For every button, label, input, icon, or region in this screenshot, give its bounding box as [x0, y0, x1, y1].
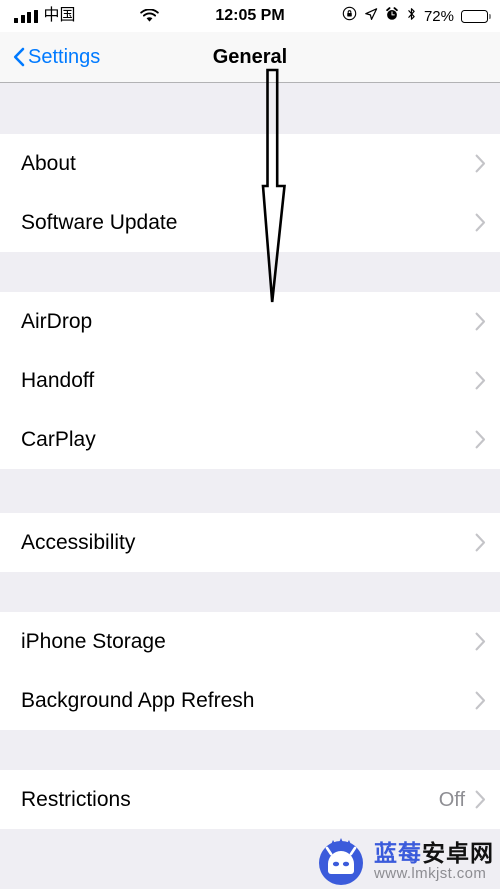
settings-row[interactable]: Background App Refresh [0, 671, 500, 730]
settings-row[interactable]: AirDrop [0, 292, 500, 351]
settings-row[interactable]: Accessibility [0, 513, 500, 572]
settings-row-label: Handoff [21, 369, 95, 392]
location-arrow-icon [364, 7, 378, 26]
redacted-carrier-block [83, 5, 130, 27]
chevron-left-icon [13, 47, 25, 67]
alarm-clock-icon [385, 6, 399, 26]
watermark-site-name-dark: 安卓网 [422, 839, 494, 866]
chevron-right-icon [475, 430, 486, 449]
chevron-right-icon [475, 691, 486, 710]
iphone-screen: 中国 12:05 PM 72% Settings General About S… [0, 0, 500, 889]
navigation-bar: Settings General [0, 32, 500, 83]
chevron-right-icon [475, 213, 486, 232]
chevron-right-icon [475, 533, 486, 552]
settings-row[interactable]: About [0, 134, 500, 193]
settings-row[interactable]: CarPlay [0, 410, 500, 469]
settings-list[interactable]: About Software Update AirDrop Handoff CarPla… [0, 83, 500, 829]
chevron-right-icon [475, 312, 486, 331]
section-gap [0, 730, 500, 770]
settings-row-label: iPhone Storage [21, 630, 166, 653]
section-gap [0, 83, 500, 134]
chevron-right-icon [475, 154, 486, 173]
settings-row-label: CarPlay [21, 428, 96, 451]
settings-section: About Software Update [0, 134, 500, 252]
watermark: 蓝莓安卓网 www.lmkjst.com [315, 835, 494, 887]
cellular-signal-icon [14, 9, 38, 23]
chevron-right-icon [475, 371, 486, 390]
settings-row-value: Off [438, 788, 465, 811]
settings-row-label: Restrictions [21, 788, 131, 811]
settings-section: Accessibility [0, 513, 500, 572]
settings-row-label: Accessibility [21, 531, 136, 554]
status-bar: 中国 12:05 PM 72% [0, 0, 500, 32]
chevron-right-icon [475, 632, 486, 651]
section-gap [0, 252, 500, 292]
settings-row[interactable]: Restrictions Off [0, 770, 500, 829]
settings-row-label: AirDrop [21, 310, 93, 333]
section-gap [0, 469, 500, 513]
back-button[interactable]: Settings [0, 47, 100, 67]
settings-row-label: Software Update [21, 211, 178, 234]
settings-row-label: Background App Refresh [21, 689, 255, 712]
status-bar-left: 中国 [14, 5, 159, 27]
settings-row[interactable]: iPhone Storage [0, 612, 500, 671]
settings-section: AirDrop Handoff CarPlay [0, 292, 500, 469]
settings-section: Restrictions Off [0, 770, 500, 829]
battery-percent-label: 72% [423, 7, 454, 25]
settings-row-label: About [21, 152, 76, 175]
back-button-label: Settings [28, 46, 101, 68]
watermark-site-name: 蓝莓安卓网 [374, 839, 494, 866]
blueberry-android-robot-logo-icon [315, 835, 367, 887]
settings-section: iPhone Storage Background App Refresh [0, 612, 500, 730]
watermark-site-name-blue: 蓝莓 [374, 839, 422, 866]
status-bar-right: 72% [342, 6, 491, 26]
bluetooth-icon [406, 7, 417, 26]
watermark-text: 蓝莓安卓网 www.lmkjst.com [374, 839, 494, 882]
settings-row[interactable]: Software Update [0, 193, 500, 252]
chevron-right-icon [475, 790, 486, 809]
battery-icon [461, 9, 491, 23]
watermark-url: www.lmkjst.com [374, 864, 487, 882]
wifi-icon [139, 8, 159, 23]
carrier-label: 中国 [43, 7, 76, 24]
settings-row[interactable]: Handoff [0, 351, 500, 410]
section-gap [0, 572, 500, 612]
rotation-lock-icon [342, 6, 357, 26]
